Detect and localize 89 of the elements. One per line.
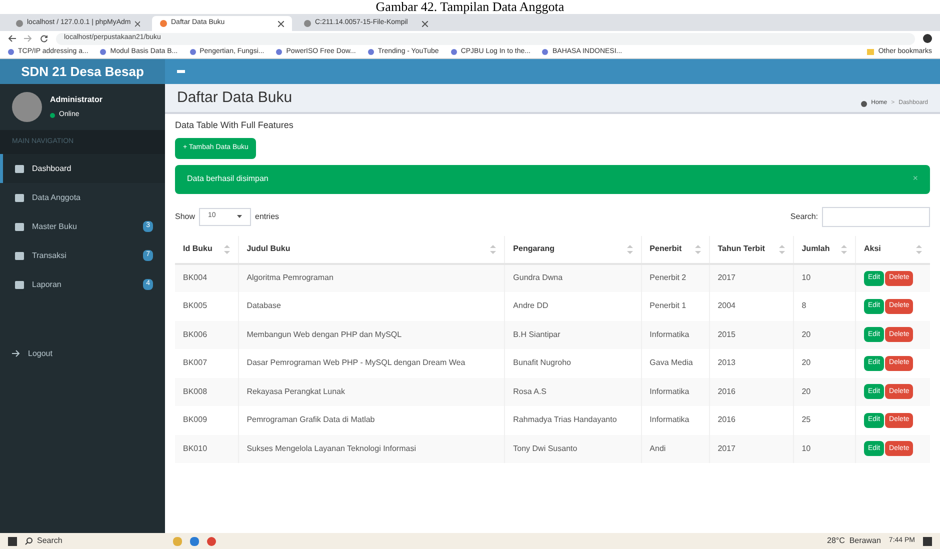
sort-icon	[778, 244, 785, 254]
search-label: Search:	[790, 210, 818, 222]
reload-icon[interactable]	[40, 34, 48, 42]
table-cell: 2015	[718, 330, 736, 339]
table-cell: Dasar Pemrograman Web PHP - MySQL dengan Dream Wea	[246, 358, 466, 368]
page-favicon	[304, 20, 311, 27]
table-cell: Gundra Dwna	[513, 273, 563, 282]
show-label: Show	[175, 210, 196, 222]
column-header[interactable]: Jumlah	[793, 236, 856, 264]
table-cell: 20	[802, 358, 811, 368]
table-cell: Informatika	[650, 415, 690, 424]
logout-link[interactable]: Logout	[0, 339, 165, 368]
table-cell: Sukses Mengelola Layanan Teknologi Informasi	[246, 444, 416, 453]
page-favicon	[160, 20, 167, 27]
table-cell: BK010	[183, 444, 208, 453]
table-cell: Andi	[650, 444, 666, 453]
sort-icon	[916, 244, 922, 254]
search-field[interactable]	[822, 206, 930, 226]
sort-icon	[224, 244, 230, 254]
entries-label: entries	[255, 210, 280, 222]
table-cell: BK009	[183, 415, 208, 424]
column-header[interactable]: Pengarang	[504, 236, 642, 264]
column-header[interactable]: Tahun Terbit	[709, 236, 794, 264]
table-cell: BK006	[183, 330, 208, 339]
table-cell: B.H Siantipar	[513, 330, 560, 339]
nav-icon	[15, 280, 24, 288]
table-cell: BK007	[183, 358, 208, 368]
table-cell: Algoritma Pemrograman	[246, 273, 334, 282]
close-icon[interactable]	[278, 20, 284, 26]
column-header[interactable]: Penerbit	[641, 236, 710, 264]
nav-icon	[15, 164, 24, 172]
success-alert: Data berhasil disimpan ×	[175, 164, 930, 194]
table-cell: BK005	[183, 301, 208, 310]
back-arrow-icon[interactable]	[8, 35, 16, 42]
table-cell: Bunafit Nugroho	[513, 358, 571, 368]
close-icon[interactable]	[134, 20, 140, 26]
nav-icon	[15, 252, 24, 260]
taskbar-search[interactable]: Search	[25, 535, 165, 547]
table-cell: Pemrograman Grafik Data di Matlab	[246, 415, 375, 424]
table-cell: Andre DD	[513, 301, 548, 310]
box-subtitle: Data Table With Full Features	[175, 119, 294, 132]
table-cell: 2016	[718, 386, 736, 396]
table-cell: 20	[802, 386, 811, 396]
column-header[interactable]: Id Buku	[175, 236, 238, 264]
nav-item[interactable]: Data Anggota	[0, 183, 165, 212]
user-name: Administrator	[50, 94, 102, 106]
weather-text: 28°C Berawan	[827, 535, 881, 547]
sign-out-icon	[12, 350, 20, 357]
page-favicon	[16, 20, 23, 27]
sort-icon	[626, 244, 633, 254]
dashboard-icon	[861, 100, 868, 106]
caret-icon	[237, 215, 242, 218]
table-cell: BK004	[183, 273, 208, 282]
table-cell: BK008	[183, 386, 208, 396]
search-icon	[25, 537, 33, 545]
table-cell: 2013	[718, 358, 736, 368]
table-cell: 2017	[718, 273, 736, 282]
table-cell: Informatika	[650, 386, 690, 396]
avatar-placeholder	[12, 92, 42, 122]
table-cell: Rosa A.S	[513, 386, 547, 396]
table-cell: Database	[246, 301, 281, 310]
nav-icon	[15, 222, 24, 230]
table-cell: Rekayasa Perangkat Lunak	[246, 386, 345, 396]
profile-avatar[interactable]	[923, 34, 932, 43]
table-cell: 2004	[718, 301, 736, 310]
sort-icon	[694, 244, 701, 254]
table-cell: Tony Dwi Susanto	[513, 444, 578, 453]
nav-item[interactable]: Dashboard	[0, 154, 165, 183]
table-cell: 10	[802, 444, 811, 453]
table-cell: Membangun Web dengan PHP dan MySQL	[246, 330, 402, 339]
table-cell: Penerbit 2	[650, 273, 686, 282]
table-cell: 25	[802, 415, 811, 424]
figure-caption: Gambar 42. Tampilan Data Anggota	[376, 0, 564, 14]
table-cell: 10	[802, 273, 811, 282]
table-cell: 8	[802, 301, 806, 310]
close-icon[interactable]	[422, 20, 428, 26]
page-title: Daftar Data Buku	[177, 88, 292, 108]
column-header[interactable]: Aksi	[855, 236, 930, 264]
table-cell: Gava Media	[650, 358, 693, 368]
sort-icon	[490, 244, 496, 254]
nav-icon	[15, 194, 24, 202]
table-cell: 2017	[718, 444, 736, 453]
table-cell: 2016	[718, 415, 736, 424]
table-cell: Rahmadya Trias Handayanto	[513, 415, 617, 424]
table-cell: Penerbit 1	[650, 301, 686, 310]
table-cell: Informatika	[650, 330, 690, 339]
column-header[interactable]: Judul Buku	[238, 236, 505, 264]
table-cell: 20	[802, 330, 811, 339]
sort-icon	[840, 244, 847, 254]
